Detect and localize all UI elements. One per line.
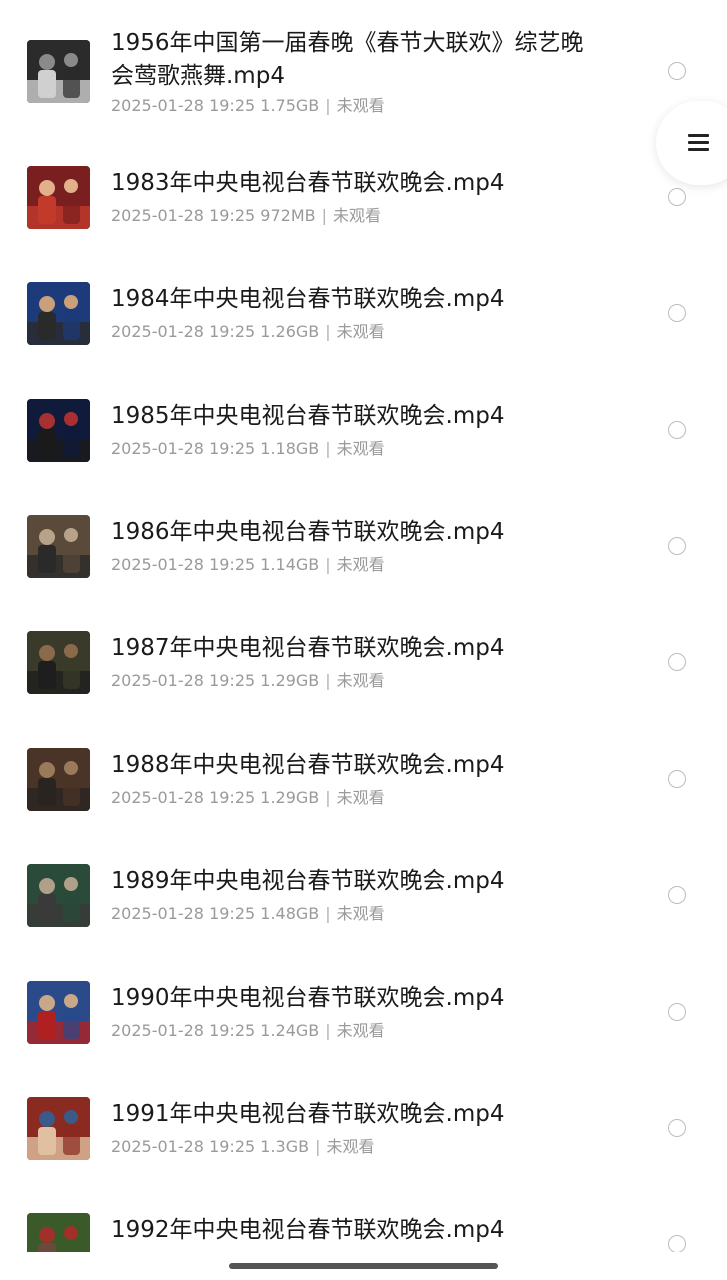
file-meta: 2025-01-28 19:25 1.26GB | 未观看 <box>111 321 385 343</box>
file-list-item[interactable]: 1990年中央电视台春节联欢晚会.mp4 2025-01-28 19:25 1.2… <box>0 961 727 1077</box>
file-name: 1989年中央电视台春节联欢晚会.mp4 <box>111 868 505 894</box>
file-name: 1985年中央电视台春节联欢晚会.mp4 <box>111 403 505 429</box>
file-name: 1992年中央电视台春节联欢晚会.mp4 <box>111 1217 505 1243</box>
file-name: 1987年中央电视台春节联欢晚会.mp4 <box>111 635 505 661</box>
meta-separator: | <box>325 555 331 574</box>
file-date: 2025-01-28 19:25 <box>111 1137 256 1156</box>
file-date: 2025-01-28 19:25 <box>111 96 256 115</box>
select-radio[interactable] <box>668 1119 686 1137</box>
file-meta: 2025-01-28 19:25 1.29GB | 未观看 <box>111 670 385 692</box>
select-radio[interactable] <box>668 62 686 80</box>
file-name: 1983年中央电视台春节联欢晚会.mp4 <box>111 170 505 196</box>
file-date: 2025-01-28 19:25 <box>111 788 256 807</box>
file-list-item[interactable]: 1989年中央电视台春节联欢晚会.mp4 2025-01-28 19:25 1.4… <box>0 844 727 960</box>
watch-status: 未观看 <box>336 788 385 807</box>
file-list-screen: 1956年中国第一届春晚《春节大联欢》综艺晚会莺歌燕舞.mp4 2025-01-2… <box>0 0 727 1280</box>
file-name: 1986年中央电视台春节联欢晚会.mp4 <box>111 519 505 545</box>
select-radio[interactable] <box>668 653 686 671</box>
file-meta: 2025-01-28 19:25 1.29GB | 未观看 <box>111 787 385 809</box>
file-name: 1988年中央电视台春节联欢晚会.mp4 <box>111 752 505 778</box>
watch-status: 未观看 <box>336 96 385 115</box>
video-thumbnail <box>27 981 90 1044</box>
file-date: 2025-01-28 19:25 <box>111 671 256 690</box>
file-list-item[interactable]: 1983年中央电视台春节联欢晚会.mp4 2025-01-28 19:25 972… <box>0 146 727 262</box>
watch-status: 未观看 <box>336 904 385 923</box>
watch-status: 未观看 <box>336 322 385 341</box>
video-file-list[interactable]: 1956年中国第一届春晚《春节大联欢》综艺晚会莺歌燕舞.mp4 2025-01-2… <box>0 0 727 1252</box>
video-thumbnail <box>27 40 90 103</box>
select-radio[interactable] <box>668 1003 686 1021</box>
meta-separator: | <box>325 1021 331 1040</box>
watch-status: 未观看 <box>336 555 385 574</box>
watch-status: 未观看 <box>333 206 382 225</box>
file-meta: 2025-01-28 19:25 1.3GB | 未观看 <box>111 1136 375 1158</box>
meta-separator: | <box>325 904 331 923</box>
file-size: 1.75GB <box>260 96 320 115</box>
file-date: 2025-01-28 19:25 <box>111 1021 256 1040</box>
watch-status: 未观看 <box>336 439 385 458</box>
meta-separator: | <box>321 206 327 225</box>
file-size: 972MB <box>260 206 316 225</box>
file-meta: 2025-01-28 19:25 972MB | 未观看 <box>111 205 381 227</box>
file-size: 1.29GB <box>260 671 320 690</box>
file-list-item[interactable]: 1987年中央电视台春节联欢晚会.mp4 2025-01-28 19:25 1.2… <box>0 611 727 727</box>
video-thumbnail <box>27 1097 90 1160</box>
file-name: 1991年中央电视台春节联欢晚会.mp4 <box>111 1101 505 1127</box>
meta-separator: | <box>325 671 331 690</box>
select-radio[interactable] <box>668 770 686 788</box>
video-thumbnail <box>27 631 90 694</box>
video-thumbnail <box>27 399 90 462</box>
file-size: 1.14GB <box>260 555 320 574</box>
select-radio[interactable] <box>668 188 686 206</box>
file-name: 1984年中央电视台春节联欢晚会.mp4 <box>111 286 505 312</box>
select-radio[interactable] <box>668 421 686 439</box>
select-radio[interactable] <box>668 1235 686 1252</box>
file-name: 1956年中国第一届春晚《春节大联欢》综艺晚会莺歌燕舞.mp4 <box>111 30 584 89</box>
file-meta: 2025-01-28 19:25 1.75GB | 未观看 <box>111 95 385 117</box>
file-date: 2025-01-28 19:25 <box>111 904 256 923</box>
file-size: 1.18GB <box>260 439 320 458</box>
file-name: 1990年中央电视台春节联欢晚会.mp4 <box>111 985 505 1011</box>
file-size: 1.24GB <box>260 1021 320 1040</box>
select-radio[interactable] <box>668 886 686 904</box>
file-meta: 2025-01-28 19:25 1.18GB | 未观看 <box>111 438 385 460</box>
meta-separator: | <box>315 1137 321 1156</box>
file-date: 2025-01-28 19:25 <box>111 439 256 458</box>
hamburger-menu-icon <box>688 134 709 152</box>
meta-separator: | <box>325 439 331 458</box>
file-list-item[interactable]: 1984年中央电视台春节联欢晚会.mp4 2025-01-28 19:25 1.2… <box>0 262 727 378</box>
meta-separator: | <box>325 788 331 807</box>
file-size: 1.26GB <box>260 322 320 341</box>
file-size: 1.48GB <box>260 904 320 923</box>
video-thumbnail <box>27 864 90 927</box>
select-radio[interactable] <box>668 537 686 555</box>
meta-separator: | <box>325 322 331 341</box>
select-radio[interactable] <box>668 304 686 322</box>
file-meta: 2025-01-28 19:25 1.24GB | 未观看 <box>111 1020 385 1042</box>
file-date: 2025-01-28 19:25 <box>111 322 256 341</box>
watch-status: 未观看 <box>336 671 385 690</box>
file-date: 2025-01-28 19:25 <box>111 555 256 574</box>
video-thumbnail <box>27 748 90 811</box>
file-date: 2025-01-28 19:25 <box>111 206 256 225</box>
watch-status: 未观看 <box>336 1021 385 1040</box>
file-list-item[interactable]: 1986年中央电视台春节联欢晚会.mp4 2025-01-28 19:25 1.1… <box>0 495 727 611</box>
file-meta: 2025-01-28 19:25 1.48GB | 未观看 <box>111 903 385 925</box>
video-thumbnail <box>27 282 90 345</box>
file-list-item[interactable]: 1988年中央电视台春节联欢晚会.mp4 2025-01-28 19:25 1.2… <box>0 728 727 844</box>
file-list-item[interactable]: 1985年中央电视台春节联欢晚会.mp4 2025-01-28 19:25 1.1… <box>0 379 727 495</box>
video-thumbnail <box>27 515 90 578</box>
meta-separator: | <box>325 96 331 115</box>
watch-status: 未观看 <box>326 1137 375 1156</box>
home-indicator[interactable] <box>229 1263 498 1269</box>
file-list-item[interactable]: 1956年中国第一届春晚《春节大联欢》综艺晚会莺歌燕舞.mp4 2025-01-2… <box>0 0 727 116</box>
file-size: 1.29GB <box>260 788 320 807</box>
file-size: 1.3GB <box>260 1137 310 1156</box>
video-thumbnail <box>27 1213 90 1252</box>
file-list-item[interactable]: 1991年中央电视台春节联欢晚会.mp4 2025-01-28 19:25 1.3… <box>0 1077 727 1193</box>
file-list-item[interactable]: 1992年中央电视台春节联欢晚会.mp4 <box>0 1193 727 1252</box>
file-meta: 2025-01-28 19:25 1.14GB | 未观看 <box>111 554 385 576</box>
video-thumbnail <box>27 166 90 229</box>
